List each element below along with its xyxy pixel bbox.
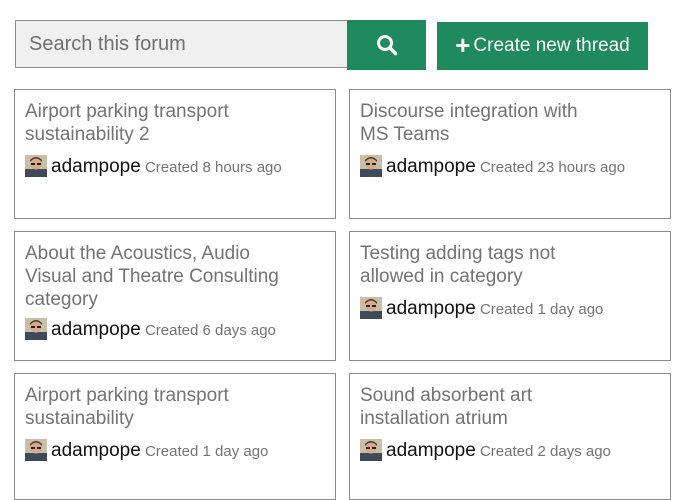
avatar[interactable] <box>25 439 47 461</box>
thread-card[interactable]: Airport parking transport sustainability… <box>14 373 336 500</box>
thread-card[interactable]: Testing adding tags not allowed in categ… <box>349 231 671 361</box>
thread-meta: adampope Created 8 hours ago <box>25 154 325 180</box>
thread-card[interactable]: Sound absorbent art installation atrium … <box>349 373 671 500</box>
username[interactable]: adampope <box>51 156 141 177</box>
username[interactable]: adampope <box>386 298 476 319</box>
search-box <box>15 20 347 68</box>
avatar[interactable] <box>360 155 382 177</box>
thread-meta: adampope Created 1 day ago <box>360 296 660 322</box>
search-icon <box>376 35 397 56</box>
thread-card[interactable]: Discourse integration with MS Teams adam… <box>349 89 671 219</box>
created-time: Created 6 days ago <box>144 322 276 339</box>
search-input[interactable] <box>16 21 347 67</box>
avatar[interactable] <box>360 439 382 461</box>
avatar[interactable] <box>25 155 47 177</box>
thread-title[interactable]: About the Acoustics, Audio Visual and Th… <box>25 242 285 311</box>
thread-card[interactable]: About the Acoustics, Audio Visual and Th… <box>14 231 336 361</box>
thread-meta: adampope Created 1 day ago <box>25 438 325 464</box>
thread-title[interactable]: Discourse integration with MS Teams <box>360 100 600 146</box>
avatar[interactable] <box>360 297 382 319</box>
username[interactable]: adampope <box>386 440 476 461</box>
thread-meta: adampope Created 2 days ago <box>360 438 660 464</box>
created-time: Created 1 day ago <box>144 443 269 460</box>
thread-meta: adampope Created 23 hours ago <box>360 154 660 180</box>
created-time: Created 1 day ago <box>479 301 604 318</box>
search-button[interactable] <box>347 20 426 70</box>
thread-title[interactable]: Testing adding tags not allowed in categ… <box>360 242 590 288</box>
created-time: Created 2 days ago <box>479 443 611 460</box>
avatar[interactable] <box>25 318 47 340</box>
thread-title[interactable]: Sound absorbent art installation atrium <box>360 384 580 430</box>
created-time: Created 23 hours ago <box>479 159 626 176</box>
forum-page: + Create new thread Airport parking tran… <box>0 0 685 500</box>
username[interactable]: adampope <box>386 156 476 177</box>
create-thread-label: Create new thread <box>473 35 630 56</box>
username[interactable]: adampope <box>51 319 141 340</box>
plus-icon: + <box>455 30 471 60</box>
created-time: Created 8 hours ago <box>144 159 282 176</box>
thread-card[interactable]: Airport parking transport sustainability… <box>14 89 336 219</box>
thread-title[interactable]: Airport parking transport sustainability… <box>25 100 325 146</box>
thread-meta: adampope Created 6 days ago <box>25 317 325 343</box>
username[interactable]: adampope <box>51 440 141 461</box>
create-thread-button[interactable]: + Create new thread <box>437 22 648 70</box>
thread-title[interactable]: Airport parking transport sustainability <box>25 384 265 430</box>
